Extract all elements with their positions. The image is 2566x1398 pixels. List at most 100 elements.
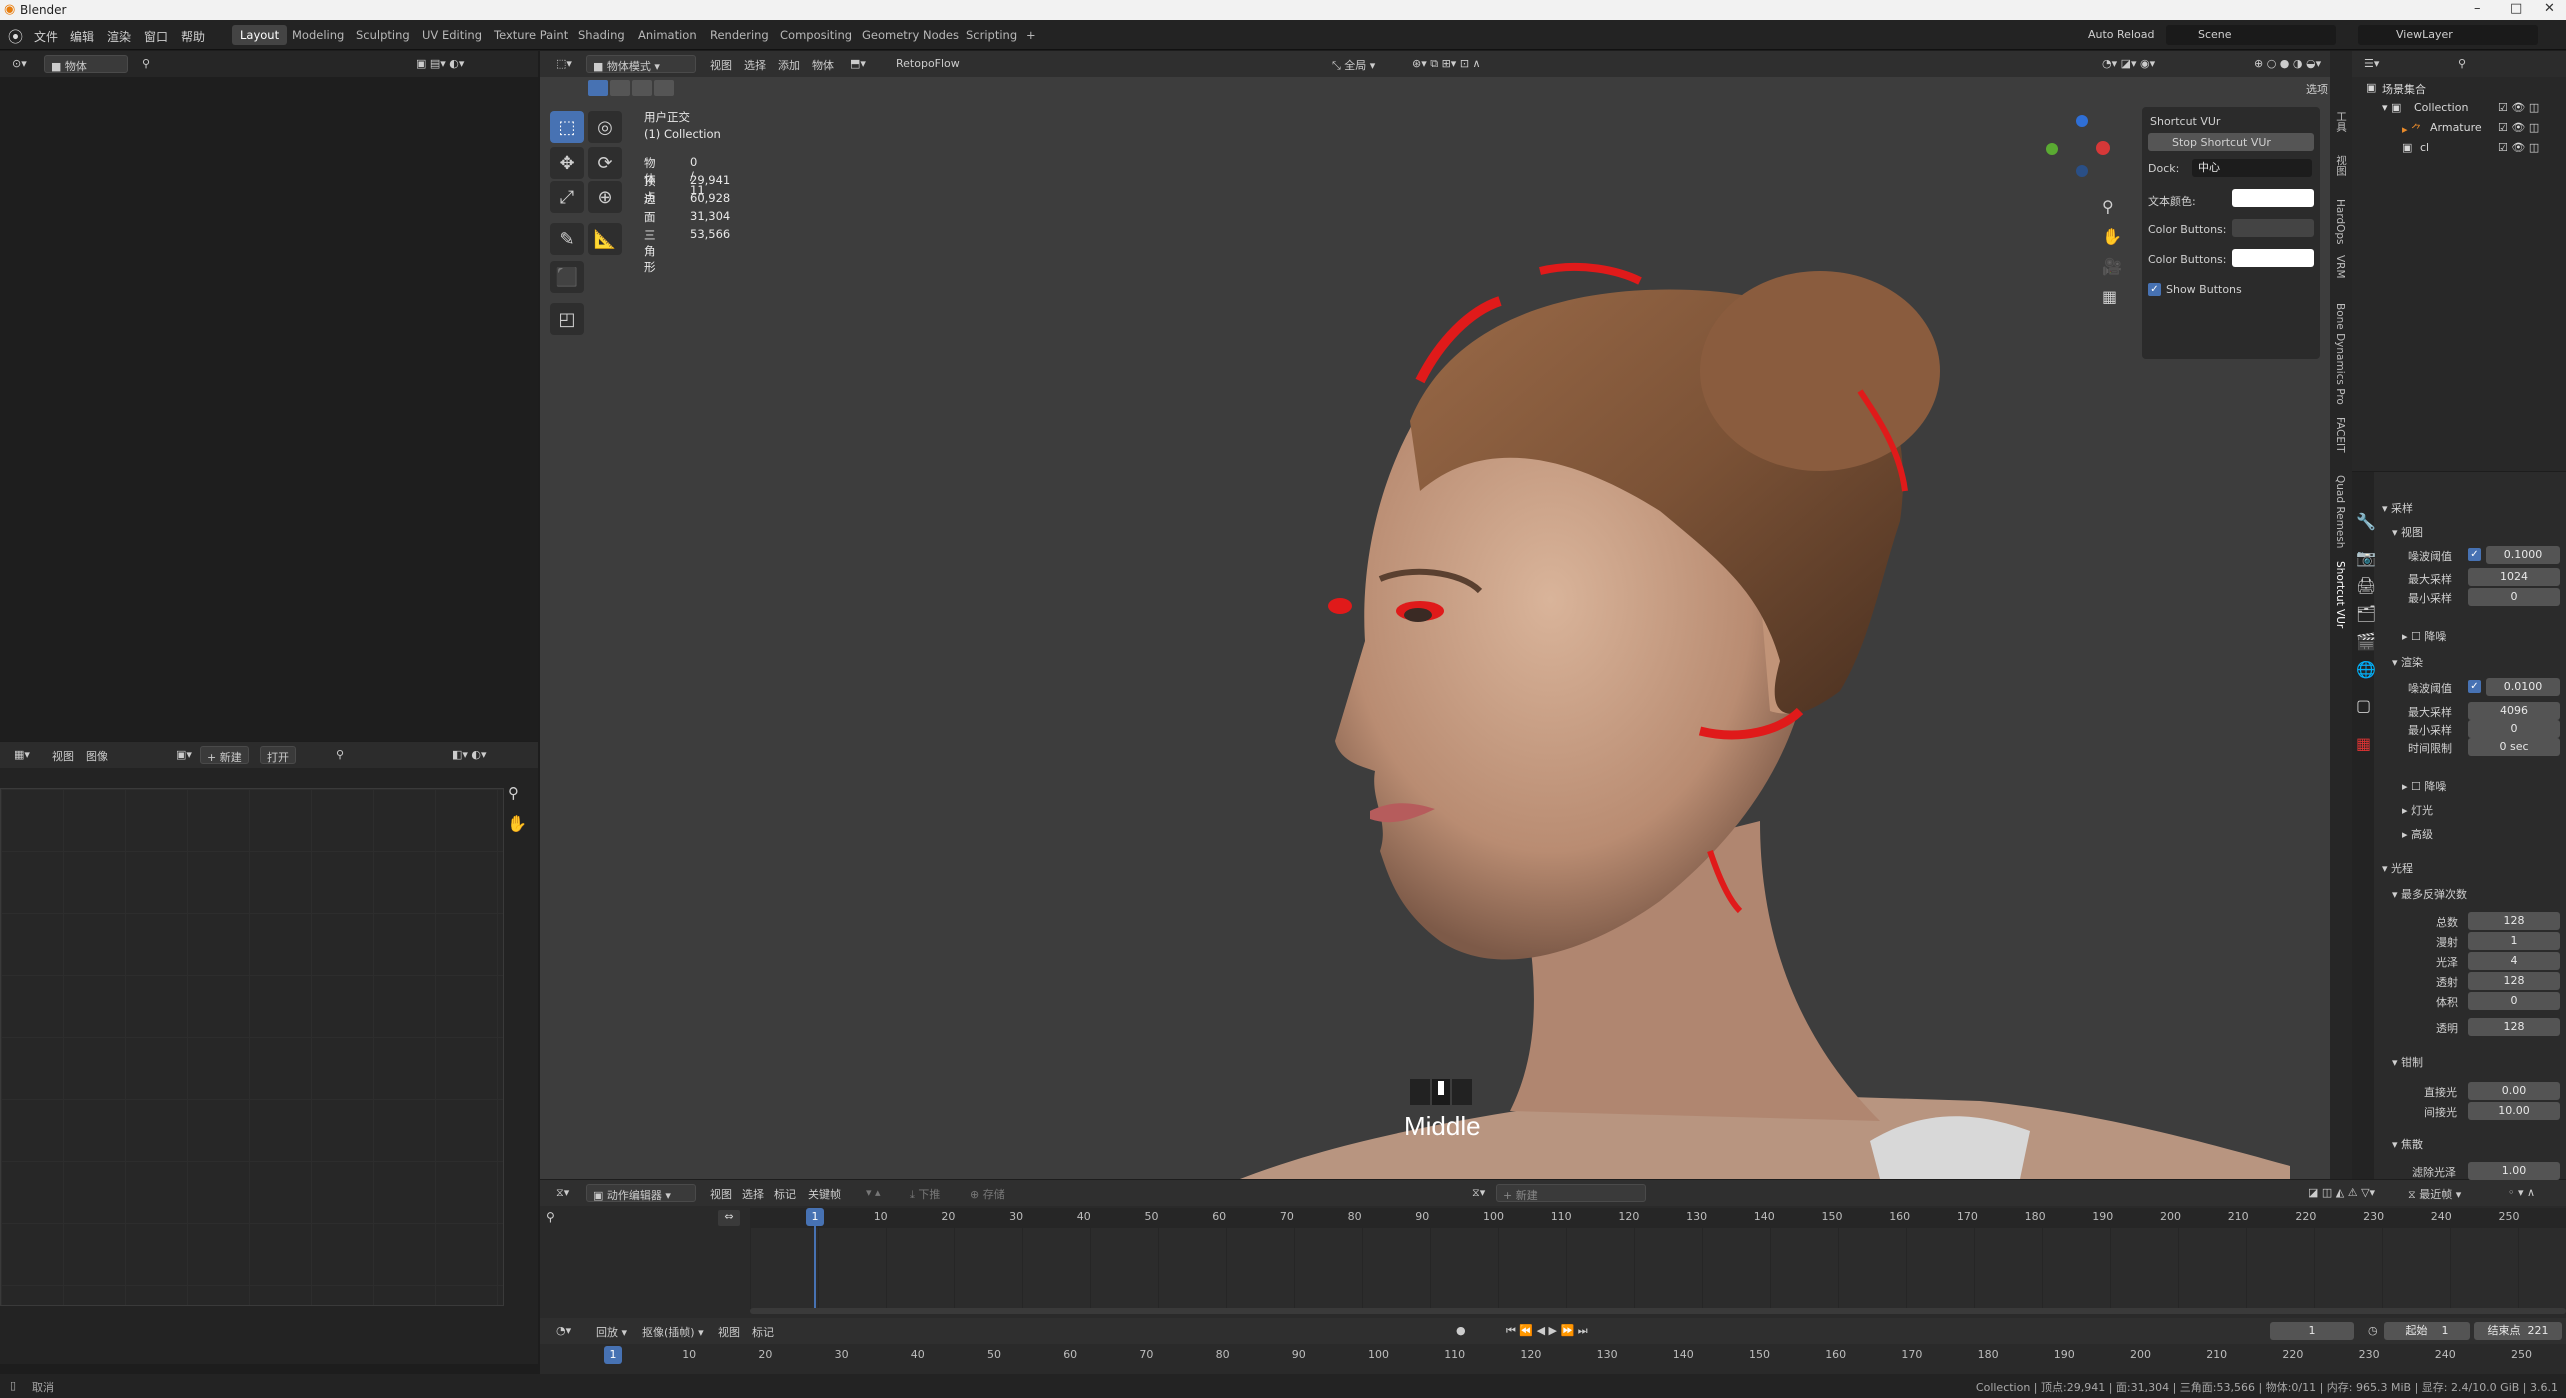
move-tool[interactable]: ✥ (550, 147, 584, 179)
header-icons[interactable]: ▣ ▤▾ ◐▾ (410, 55, 470, 73)
playback-controls[interactable]: ⏮ ⏪ ◀ ▶ ⏩ ⏭ (1500, 1322, 1594, 1340)
time-limit-field[interactable]: 0 sec (2468, 738, 2560, 756)
viewport-subheader[interactable]: ▾ 视图 (2392, 524, 2423, 540)
viewport-editor-type-icon[interactable]: ⬚▾ (550, 55, 578, 73)
tab-scripting[interactable]: Scripting (958, 25, 1025, 45)
visibility-icons[interactable]: ☑ 👁 ◫ (2498, 101, 2539, 114)
image-editor-type-icon[interactable]: ▦▾ (8, 746, 36, 764)
render-subheader[interactable]: ▾ 渲染 (2392, 654, 2423, 670)
color-buttons-swatch[interactable] (2232, 219, 2314, 237)
scene-selector[interactable] (2166, 25, 2336, 45)
extra-tool[interactable]: ◰ (550, 303, 584, 335)
new-action-button[interactable]: + 新建 (1496, 1184, 1646, 1202)
clamping-subheader[interactable]: ▾ 钳制 (2392, 1054, 2423, 1070)
dopesheet-menu-marker[interactable]: 标记 (768, 1184, 802, 1202)
outliner-item-armature[interactable]: Armature (2430, 121, 2482, 134)
shortcut-panel-title[interactable]: Shortcut VUr (2150, 115, 2220, 128)
select-mode-buttons[interactable] (588, 80, 686, 98)
object-mode-select[interactable]: ■ 物体模式 ▾ (586, 55, 696, 73)
clamp-direct-field[interactable]: 0.00 (2468, 1082, 2560, 1100)
tab-rendering[interactable]: Rendering (702, 25, 777, 45)
tab-vrm[interactable]: VRM (2334, 255, 2346, 279)
filter-glossy-field[interactable]: 1.00 (2468, 1162, 2560, 1180)
viewport-max-samples-field[interactable]: 1024 (2468, 568, 2560, 586)
sampling-header[interactable]: ▾ 采样 (2382, 500, 2413, 516)
object-mode-dropdown[interactable]: ■ 物体 (44, 55, 128, 73)
record-button[interactable]: ● (1450, 1322, 1472, 1340)
retopoflow-menu[interactable]: RetopoFlow (890, 55, 966, 73)
tab-geometry-nodes[interactable]: Geometry Nodes (854, 25, 967, 45)
gpencil-icon[interactable]: ⬒▾ (844, 55, 872, 73)
zoom-view-icon[interactable]: ⚲ (2102, 197, 2114, 216)
viewport-noise-threshold-field[interactable]: 0.1000 (2486, 546, 2560, 564)
dopesheet-swap-icon[interactable]: ⇔ (718, 1210, 740, 1226)
tab-hardops[interactable]: HardOps (2334, 199, 2346, 245)
output-props-icon[interactable]: 🖨 (2356, 576, 2376, 595)
new-image-button[interactable]: + 新建 (200, 746, 249, 764)
bounces-glossy-field[interactable]: 4 (2468, 952, 2560, 970)
maximize-button[interactable]: □ (2510, 1, 2522, 16)
transform-orientation-dropdown[interactable]: ⤡ 全局 ▾ (1326, 55, 1381, 73)
3d-viewport[interactable]: ⬚▾ ■ 物体模式 ▾ 视图 选择 添加 物体 ⬒▾ RetopoFlow ⤡ … (540, 51, 2330, 1179)
cursor-tool[interactable]: ◎ (588, 111, 622, 143)
bounces-diffuse-field[interactable]: 1 (2468, 932, 2560, 950)
menu-edit[interactable]: 编辑 (70, 28, 94, 45)
tool-props-icon[interactable]: 🔧 (2356, 512, 2376, 531)
collection-props-icon[interactable]: ▢ (2356, 696, 2371, 715)
timeline-menu-view[interactable]: 视图 (712, 1322, 746, 1340)
tab-modeling[interactable]: Modeling (284, 25, 352, 45)
close-button[interactable]: ✕ (2544, 1, 2555, 16)
open-image-button[interactable]: 打开 (260, 746, 296, 764)
bounces-total-field[interactable]: 128 (2468, 912, 2560, 930)
zoom-icon[interactable]: ⚲ (508, 784, 519, 802)
clock-icon[interactable]: ◷ (2362, 1322, 2384, 1340)
max-bounces-subheader[interactable]: ▾ 最多反弹次数 (2392, 886, 2467, 902)
scale-tool[interactable]: ⤢ (550, 181, 584, 213)
tab-tool[interactable]: 工具 (2334, 111, 2349, 132)
timeline-menu-marker[interactable]: 标记 (746, 1322, 780, 1340)
pivot-snap-icons[interactable]: ⊛▾ ⧉ ⊞▾ ⊡ ∧ (1406, 55, 1487, 73)
render-props-icon[interactable]: 📷 (2356, 548, 2376, 567)
dopesheet-channels-area[interactable] (750, 1228, 2566, 1310)
select-box-tool[interactable]: ⬚ (550, 111, 584, 143)
viewport-min-samples-field[interactable]: 0 (2468, 588, 2560, 606)
viewport-menu-view[interactable]: 视图 (704, 55, 738, 73)
tab-shading[interactable]: Shading (570, 25, 633, 45)
outliner-item-cl[interactable]: cl (2420, 141, 2429, 154)
timeline-playhead[interactable]: 1 (604, 1346, 622, 1364)
caustics-subheader[interactable]: ▾ 焦散 (2392, 1136, 2423, 1152)
image-canvas-grid[interactable] (0, 788, 504, 1306)
outliner-item-collection[interactable]: Collection (2414, 101, 2468, 114)
image-browse-icon[interactable]: ▣▾ (170, 746, 198, 764)
push-down-button[interactable]: ⤓ 下推 (904, 1184, 946, 1202)
world-props-icon[interactable]: 🌐 (2356, 660, 2376, 679)
render-noise-checkbox[interactable]: ✓ (2468, 680, 2481, 693)
tab-bone-dynamics[interactable]: Bone Dynamics Pro (2334, 303, 2346, 405)
dock-dropdown[interactable]: 中心 (2192, 159, 2312, 177)
add-cube-tool[interactable]: ⬛ (550, 261, 584, 293)
dopesheet-mode-dropdown[interactable]: ▣ 动作编辑器 ▾ (586, 1184, 696, 1202)
shading-mode-buttons[interactable]: ⊕ ○ ● ◑ ◒▾ (2248, 55, 2327, 73)
visibility-icons[interactable]: ☑ 👁 ◫ (2498, 141, 2539, 154)
viewport-menu-select[interactable]: 选择 (738, 55, 772, 73)
hand-pan-icon[interactable]: ✋ (507, 814, 527, 833)
minimize-button[interactable]: – (2474, 1, 2481, 16)
measure-tool[interactable]: 📐 (588, 223, 622, 255)
timeline-type-icon[interactable]: ◔▾ (550, 1322, 577, 1340)
playback-menu[interactable]: 回放 ▾ (590, 1322, 633, 1340)
add-workspace-button[interactable]: + (1018, 25, 1044, 45)
dopesheet-extra-icons[interactable]: ◦ ▾ ∧ (2502, 1184, 2541, 1202)
dopesheet-filter-icons[interactable]: ◪ ◫ ◭ ⚠ ▽▾ (2302, 1184, 2381, 1202)
dopesheet-type-icon[interactable]: ⧖▾ (550, 1184, 575, 1202)
options-button[interactable]: 选项 (2306, 81, 2328, 97)
auto-reload-label[interactable]: Auto Reload (2088, 28, 2154, 41)
pin-icon[interactable]: ⚲ (136, 55, 156, 73)
navigation-gizmo[interactable] (2046, 115, 2116, 185)
viewport-menu-add[interactable]: 添加 (772, 55, 806, 73)
pan-view-icon[interactable]: ✋ (2102, 227, 2122, 246)
frame-mode-dropdown[interactable]: ⧖ 最近帧 ▾ (2402, 1184, 2467, 1202)
render-min-samples-field[interactable]: 0 (2468, 720, 2560, 738)
viewport-gizmo-toggles[interactable]: ◔▾ ◪▾ ◉▾ (2096, 55, 2161, 73)
annotate-tool[interactable]: ✎ (550, 223, 584, 255)
pin-image-icon[interactable]: ⚲ (330, 746, 350, 764)
